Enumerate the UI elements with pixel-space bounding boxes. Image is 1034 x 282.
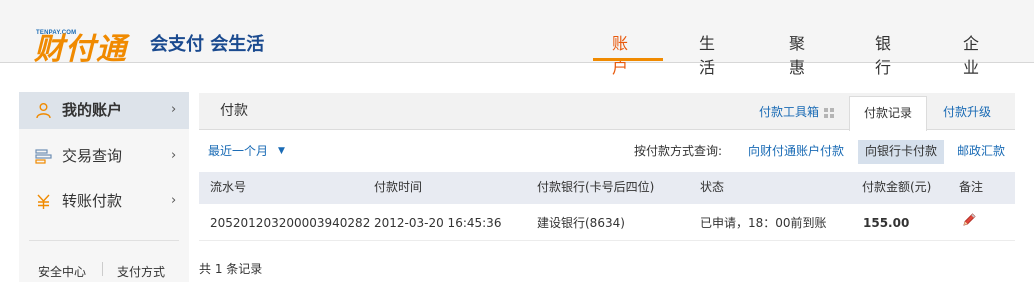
table-row: 205201203200003940282 2012-03-20 16:45:3… xyxy=(199,204,1015,241)
footer-separator xyxy=(102,262,103,276)
col-serial: 流水号 xyxy=(210,180,247,194)
tab-label: 付款记录 xyxy=(864,106,913,120)
nav-item-life[interactable]: 生活 xyxy=(699,30,715,78)
col-time: 付款时间 xyxy=(374,180,423,194)
logo-slogan: 会支付 会生活 xyxy=(150,34,265,55)
nav-item-account[interactable]: 账户 xyxy=(612,30,628,78)
nav-item-business[interactable]: 企业 xyxy=(963,30,979,78)
filter-bar: 最近一个月 ▼ 按付款方式查询: 向财付通账户付款 向银行卡付款 邮政汇款 xyxy=(199,140,1015,166)
col-status: 状态 xyxy=(700,180,725,194)
logo-wordmark: 财付通 xyxy=(34,32,127,67)
chevron-right-icon: › xyxy=(171,102,177,117)
chevron-down-icon[interactable]: ▼ xyxy=(278,145,285,157)
security-center-link[interactable]: 安全中心 xyxy=(38,265,86,279)
pencil-icon[interactable] xyxy=(961,212,977,228)
user-icon xyxy=(36,103,51,119)
cell-amount: 155.00 xyxy=(863,216,910,230)
col-amount: 付款金额(元) xyxy=(862,180,932,194)
page-title: 付款 xyxy=(220,103,248,119)
record-count: 共 1 条记录 xyxy=(199,262,263,276)
panel-header: 付款 付款工具箱 付款记录 付款升级 xyxy=(199,93,1015,131)
sidebar-divider xyxy=(29,240,179,241)
filter-bank-card-label: 向银行卡付款 xyxy=(865,144,938,158)
tab-payment-upgrade[interactable]: 付款升级 xyxy=(943,105,991,120)
chevron-right-icon: › xyxy=(171,193,177,208)
chevron-right-icon: › xyxy=(171,148,177,163)
cell-status: 已申请，18：00前到账 xyxy=(700,216,827,230)
tab-payment-toolbox[interactable]: 付款工具箱 xyxy=(759,105,819,120)
payment-methods-link[interactable]: 支付方式 xyxy=(117,265,165,279)
grid-icon xyxy=(824,108,834,118)
cell-time: 2012-03-20 16:45:36 xyxy=(374,216,502,230)
nav-item-deals[interactable]: 聚惠 xyxy=(789,30,805,78)
table-header: 流水号 付款时间 付款银行(卡号后四位) 状态 付款金额(元) 备注 xyxy=(199,172,1015,204)
nav-active-indicator xyxy=(593,58,663,61)
cell-serial: 205201203200003940282 xyxy=(210,216,371,230)
sidebar-item-transactions[interactable]: 交易查询 › xyxy=(19,138,189,175)
sidebar-item-label: 转账付款 xyxy=(62,192,123,210)
sidebar-item-label: 我的账户 xyxy=(62,101,123,119)
sidebar: 我的账户 › 交易查询 › 转账付款 › 安全中心 支付方式 xyxy=(19,92,189,282)
period-dropdown[interactable]: 最近一个月 xyxy=(208,144,268,159)
tenpay-logo[interactable]: TENPAY.COM 财付通 xyxy=(16,14,150,66)
filter-tenpay-account[interactable]: 向财付通账户付款 xyxy=(748,144,844,159)
yen-icon xyxy=(37,194,50,209)
list-icon xyxy=(35,149,52,164)
filter-bank-card[interactable]: 向银行卡付款 xyxy=(858,140,944,164)
top-header: TENPAY.COM 财付通 会支付 会生活 账户 生活 聚惠 银行 企业 xyxy=(0,0,1034,77)
col-note: 备注 xyxy=(959,180,984,194)
sidebar-item-my-account[interactable]: 我的账户 › xyxy=(19,92,189,129)
tab-payment-records[interactable]: 付款记录 xyxy=(849,96,927,131)
cell-bank: 建设银行(8634) xyxy=(537,216,625,230)
sidebar-item-transfer[interactable]: 转账付款 › xyxy=(19,183,189,220)
filter-postal-remittance[interactable]: 邮政汇款 xyxy=(957,144,1005,159)
query-method-label: 按付款方式查询: xyxy=(634,144,723,158)
nav-item-bank[interactable]: 银行 xyxy=(875,30,891,78)
sidebar-item-label: 交易查询 xyxy=(62,147,123,165)
col-bank: 付款银行(卡号后四位) xyxy=(537,180,655,194)
